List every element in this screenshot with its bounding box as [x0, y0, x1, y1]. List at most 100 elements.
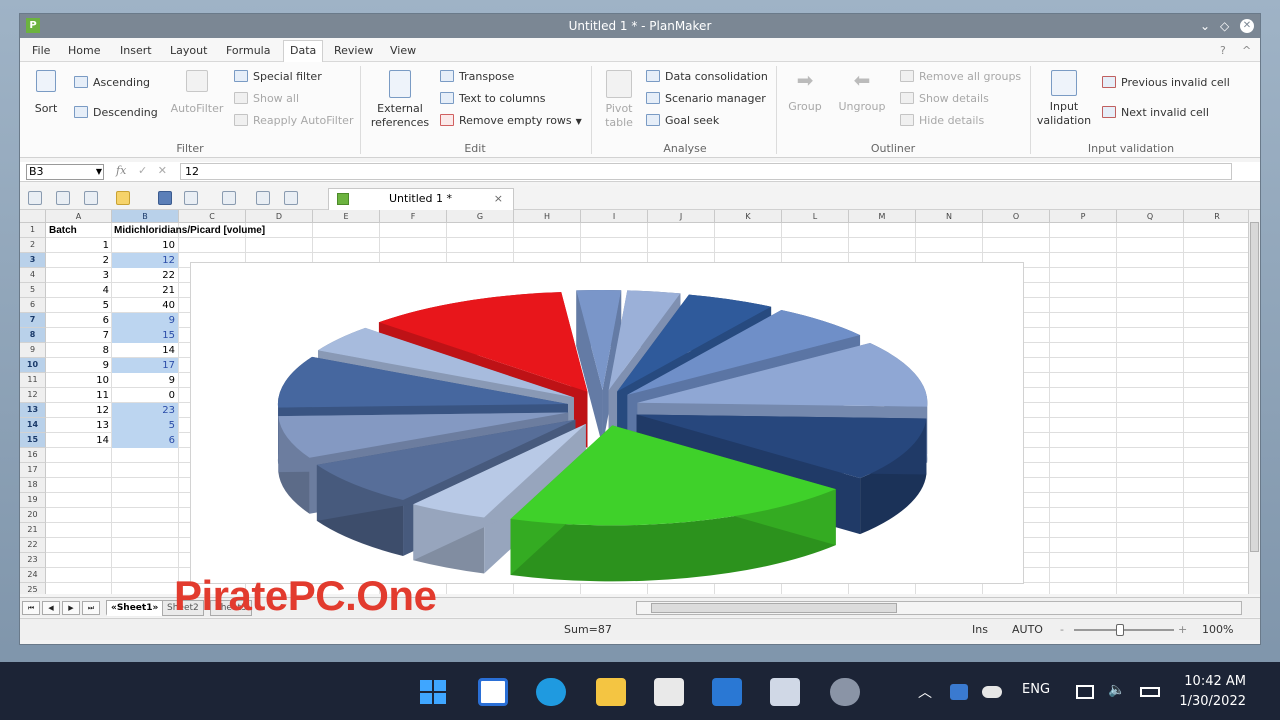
refresh-icon[interactable] — [256, 191, 270, 205]
horizontal-scrollbar[interactable] — [636, 601, 1242, 615]
cell-batch[interactable]: 10 — [46, 373, 112, 388]
menu-icon[interactable] — [28, 191, 42, 205]
cell-batch[interactable]: 8 — [46, 343, 112, 358]
minimize-icon[interactable]: ⌄ — [1200, 14, 1210, 38]
row-header-3[interactable]: 3 — [20, 253, 46, 268]
cell-volume[interactable]: 40 — [112, 298, 178, 313]
cell-batch[interactable]: 6 — [46, 313, 112, 328]
menu-file[interactable]: File — [32, 44, 50, 57]
cell-batch[interactable]: 7 — [46, 328, 112, 343]
maximize-icon[interactable]: ◇ — [1220, 14, 1229, 38]
last-sheet-button[interactable]: ⏭ — [82, 601, 100, 615]
row-header-21[interactable]: 21 — [20, 523, 46, 538]
cell-batch[interactable]: 4 — [46, 283, 112, 298]
text-to-columns-button[interactable]: Text to columns — [440, 92, 546, 105]
zoom-slider-handle[interactable] — [1116, 624, 1124, 636]
prev-sheet-button[interactable]: ◀ — [42, 601, 60, 615]
hand-icon[interactable] — [56, 191, 70, 205]
cell-volume[interactable]: 12 — [112, 253, 178, 268]
row-header-25[interactable]: 25 — [20, 583, 46, 594]
row-header-17[interactable]: 17 — [20, 463, 46, 478]
vertical-scrollbar[interactable] — [1248, 210, 1260, 594]
edge-browser-icon[interactable] — [536, 678, 566, 706]
cell-b1[interactable]: Midichloridians/Picard [volume] — [114, 223, 265, 238]
row-header-24[interactable]: 24 — [20, 568, 46, 583]
menu-review[interactable]: Review — [334, 44, 373, 57]
network-icon[interactable] — [1076, 685, 1094, 699]
ungroup-button[interactable]: ⬅ Ungroup — [834, 70, 890, 114]
save-icon[interactable] — [158, 191, 172, 205]
cell-volume[interactable]: 10 — [112, 238, 178, 253]
autofilter-button[interactable]: AutoFilter — [168, 70, 226, 116]
row-header-2[interactable]: 2 — [20, 238, 46, 253]
first-sheet-button[interactable]: ⏮ — [22, 601, 40, 615]
spreadsheet-grid[interactable]: A B C D E F G H I J K L M N O P Q R 1 2 3 4 5 6 7 8 9 10 11 12 13 14 15 1… — [20, 210, 1248, 594]
sort-descending-button[interactable]: Descending — [74, 106, 158, 119]
cell-volume[interactable]: 9 — [112, 313, 178, 328]
show-details-button[interactable]: Show details — [900, 92, 989, 105]
column-header-q[interactable]: Q — [1117, 210, 1184, 223]
scenario-manager-button[interactable]: Scenario manager — [646, 92, 766, 105]
data-consolidation-button[interactable]: Data consolidation — [646, 70, 768, 83]
cell-batch[interactable]: 14 — [46, 433, 112, 448]
column-header-n[interactable]: N — [916, 210, 983, 223]
row-header-5[interactable]: 5 — [20, 283, 46, 298]
battery-icon[interactable] — [1140, 687, 1160, 697]
transpose-button[interactable]: Transpose — [440, 70, 514, 83]
sort-ascending-button[interactable]: Ascending — [74, 76, 150, 89]
column-header-h[interactable]: H — [514, 210, 581, 223]
column-header-a[interactable]: A — [46, 210, 112, 223]
open-folder-icon[interactable] — [116, 191, 130, 205]
cell-batch[interactable]: 13 — [46, 418, 112, 433]
column-header-e[interactable]: E — [313, 210, 380, 223]
volume-icon[interactable]: 🔈 — [1108, 682, 1125, 698]
vertical-scroll-thumb[interactable] — [1250, 222, 1259, 552]
special-filter-button[interactable]: Special filter — [234, 70, 322, 83]
language-indicator[interactable]: ENG — [1022, 682, 1050, 697]
row-header-18[interactable]: 18 — [20, 478, 46, 493]
pointer-icon[interactable] — [284, 191, 298, 205]
row-header-20[interactable]: 20 — [20, 508, 46, 523]
row-header-23[interactable]: 23 — [20, 553, 46, 568]
menu-layout[interactable]: Layout — [170, 44, 207, 57]
windows-start-icon[interactable] — [418, 678, 448, 706]
row-header-15[interactable]: 15 — [20, 433, 46, 448]
row-header-19[interactable]: 19 — [20, 493, 46, 508]
row-header-4[interactable]: 4 — [20, 268, 46, 283]
hide-details-button[interactable]: Hide details — [900, 114, 984, 127]
collapse-ribbon-icon[interactable]: ^ — [1242, 44, 1251, 57]
menu-formula[interactable]: Formula — [226, 44, 270, 57]
column-header-k[interactable]: K — [715, 210, 782, 223]
cell-volume[interactable]: 17 — [112, 358, 178, 373]
cell-volume[interactable]: 9 — [112, 373, 178, 388]
sort-button[interactable]: Sort — [32, 70, 60, 116]
cell-volume[interactable]: 21 — [112, 283, 178, 298]
previous-invalid-cell-button[interactable]: Previous invalid cell — [1102, 76, 1230, 89]
cell-volume[interactable]: 23 — [112, 403, 178, 418]
mail-icon[interactable] — [712, 678, 742, 706]
widgets-icon[interactable] — [478, 678, 508, 706]
input-validation-button[interactable]: Input validation — [1036, 70, 1092, 128]
calc-mode[interactable]: AUTO — [1012, 623, 1043, 636]
zoom-slider[interactable] — [1074, 629, 1174, 631]
horizontal-scroll-thumb[interactable] — [651, 603, 897, 613]
row-header-1[interactable]: 1 — [20, 223, 46, 238]
undo-icon[interactable] — [184, 191, 198, 205]
insert-mode[interactable]: Ins — [972, 623, 988, 636]
remove-empty-rows-button[interactable]: Remove empty rows ▼ — [440, 114, 582, 127]
group-button[interactable]: ➡ Group — [784, 70, 826, 114]
column-header-f[interactable]: F — [380, 210, 447, 223]
show-all-button[interactable]: Show all — [234, 92, 299, 105]
chevron-down-icon[interactable]: ▼ — [96, 165, 102, 179]
pivot-table-button[interactable]: Pivot table — [598, 70, 640, 130]
redo-icon[interactable] — [222, 191, 236, 205]
row-header-22[interactable]: 22 — [20, 538, 46, 553]
cell-reference-box[interactable]: B3 ▼ — [26, 164, 104, 180]
formula-input[interactable]: 12 — [180, 163, 1232, 180]
close-icon[interactable]: ✕ — [1240, 19, 1254, 33]
column-header-p[interactable]: P — [1050, 210, 1117, 223]
store-icon[interactable] — [654, 678, 684, 706]
menu-data[interactable]: Data — [283, 40, 324, 63]
cell-volume[interactable]: 0 — [112, 388, 178, 403]
zoom-out-button[interactable]: - — [1060, 623, 1064, 636]
